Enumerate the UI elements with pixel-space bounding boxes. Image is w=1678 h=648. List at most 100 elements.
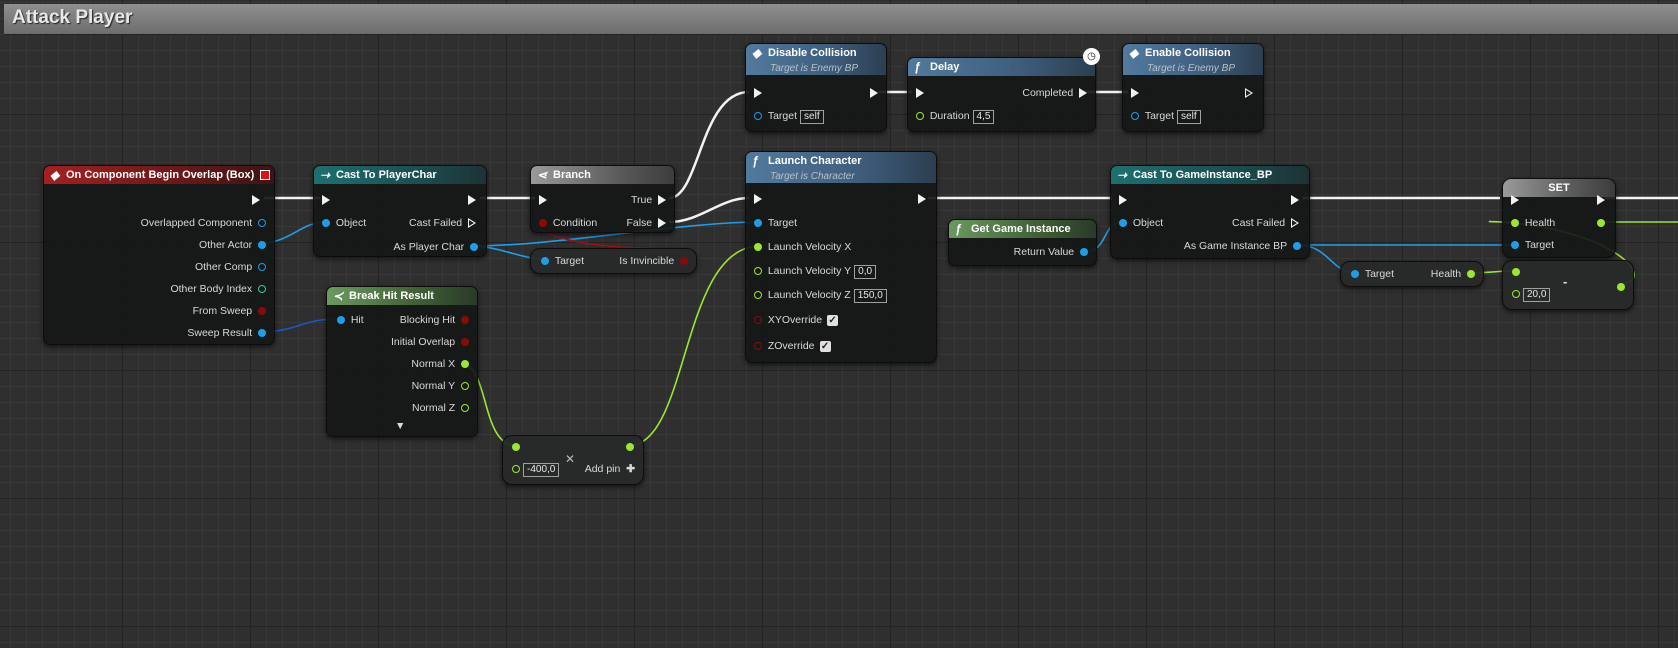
float-pin[interactable] (512, 465, 520, 474)
object-pin[interactable] (1131, 112, 1139, 121)
object-pin[interactable] (1511, 241, 1519, 250)
exec-pin[interactable] (322, 195, 330, 206)
float-pin[interactable] (461, 404, 469, 413)
is-invincible-node[interactable]: Target Is Invincible (530, 248, 697, 274)
object-pin[interactable] (541, 257, 549, 266)
bool-pin[interactable] (754, 342, 762, 351)
launch-character-header[interactable]: ƒ Launch Character Target is Character (746, 152, 936, 183)
object-pin[interactable] (1080, 248, 1088, 257)
exec-pin[interactable] (658, 195, 666, 206)
exec-pin[interactable] (754, 194, 762, 205)
set-health-node[interactable]: SET Health Target (1502, 178, 1616, 258)
float-pin[interactable] (1617, 283, 1625, 292)
branch-header[interactable]: ⋖ Branch (531, 166, 674, 184)
exec-out[interactable] (918, 192, 926, 206)
get-game-instance-node[interactable]: ƒ Get Game Instance Return Value (948, 219, 1097, 266)
exec-pin[interactable] (1511, 195, 1519, 206)
float-pin[interactable] (626, 443, 634, 452)
object-pin[interactable] (470, 243, 478, 252)
add-node[interactable]: -400,0 ✕ Add pin ✚ (502, 435, 644, 485)
exec-in[interactable] (322, 193, 330, 207)
float-pin[interactable] (461, 382, 469, 391)
exec-pin[interactable] (916, 88, 924, 99)
add-pin-button[interactable]: Add pin ✚ (585, 462, 635, 476)
enable-collision-node[interactable]: ◆ Enable Collision Target is Enemy BP Ta… (1122, 43, 1264, 132)
get-game-instance-header[interactable]: ƒ Get Game Instance (949, 220, 1096, 238)
struct-pin[interactable] (258, 329, 266, 338)
float-pin[interactable] (754, 243, 762, 252)
duration-field[interactable]: 4,5 (972, 110, 995, 124)
remove-icon[interactable]: ✕ (565, 452, 575, 466)
add-value-field[interactable]: -400,0 (523, 463, 560, 477)
object-pin[interactable] (754, 112, 762, 121)
exec-in[interactable] (754, 192, 762, 206)
delegate-icon[interactable] (260, 170, 270, 180)
disable-collision-node[interactable]: ◆ Disable Collision Target is Enemy BP T… (745, 43, 887, 132)
exec-in[interactable] (1119, 193, 1127, 207)
cast-player-header[interactable]: ➝ Cast To PlayerChar (314, 166, 486, 184)
exec-pin[interactable] (754, 88, 762, 99)
object-pin[interactable] (322, 219, 330, 228)
vy-field[interactable]: 0,0 (854, 265, 877, 279)
get-health-node[interactable]: Target Health (1340, 261, 1484, 287)
exec-out[interactable] (468, 193, 476, 207)
exec-in[interactable] (754, 86, 762, 100)
bool-pin[interactable] (754, 316, 762, 325)
bool-pin[interactable] (680, 257, 688, 266)
exec-pin[interactable] (468, 218, 476, 229)
object-pin[interactable] (258, 263, 266, 272)
float-pin[interactable] (1512, 290, 1520, 299)
exec-out[interactable] (870, 86, 878, 100)
float-pin[interactable] (754, 267, 762, 276)
exec-pin[interactable] (1119, 195, 1127, 206)
object-pin[interactable] (1293, 242, 1301, 251)
subtract-node[interactable]: - 20,0 (1502, 260, 1634, 310)
object-pin[interactable] (258, 241, 266, 250)
float-pin[interactable] (916, 112, 924, 121)
bool-pin[interactable] (258, 307, 266, 316)
break-hit-header[interactable]: ≺ Break Hit Result (327, 287, 477, 305)
cast-gi-header[interactable]: ➝ Cast To GameInstance_BP (1111, 166, 1309, 184)
object-pin[interactable] (1351, 270, 1359, 279)
exec-pin[interactable] (870, 88, 878, 99)
exec-pin[interactable] (539, 195, 547, 206)
object-pin[interactable] (1119, 219, 1127, 228)
break-hit-node[interactable]: ≺ Break Hit Result Hit Blocking Hit Init… (326, 286, 478, 437)
event-exec-out[interactable] (252, 193, 260, 207)
exec-pin[interactable] (1291, 218, 1299, 229)
float-pin[interactable] (1597, 219, 1605, 228)
object-pin[interactable] (258, 219, 266, 228)
float-pin[interactable] (754, 291, 762, 300)
struct-pin[interactable] (337, 316, 345, 325)
exec-out[interactable] (1291, 193, 1299, 207)
bool-pin[interactable] (461, 338, 469, 347)
exec-pin[interactable] (1131, 88, 1139, 99)
exec-in[interactable] (916, 86, 924, 100)
delay-header[interactable]: ƒ Delay (908, 58, 1095, 76)
event-node[interactable]: ◆ On Component Begin Overlap (Box) Overl… (43, 165, 275, 345)
float-pin[interactable] (512, 443, 520, 452)
sub-value-field[interactable]: 20,0 (1523, 288, 1551, 302)
exec-in[interactable] (1511, 193, 1519, 207)
graph-canvas[interactable]: Attack Player ◆ On Component Begin Overl… (0, 0, 1678, 648)
exec-pin[interactable] (1245, 88, 1253, 99)
float-pin[interactable] (1512, 268, 1520, 277)
event-node-header[interactable]: ◆ On Component Begin Overlap (Box) (44, 166, 274, 184)
float-pin[interactable] (1467, 270, 1475, 279)
exec-pin[interactable] (252, 195, 260, 206)
exec-pin[interactable] (1079, 88, 1087, 99)
exec-pin[interactable] (1597, 195, 1605, 206)
xy-override-checkbox[interactable]: ✓ (827, 314, 839, 326)
disable-collision-header[interactable]: ◆ Disable Collision Target is Enemy BP (746, 44, 886, 75)
exec-pin[interactable] (918, 194, 926, 205)
exec-out[interactable] (1245, 86, 1253, 100)
chevron-down-icon[interactable]: ▼ (395, 419, 405, 433)
enable-collision-header[interactable]: ◆ Enable Collision Target is Enemy BP (1123, 44, 1263, 75)
object-pin[interactable] (754, 219, 762, 228)
bool-pin[interactable] (461, 316, 469, 325)
exec-pin[interactable] (1291, 195, 1299, 206)
delay-node[interactable]: ƒ Delay Completed Duration 4,5 (907, 57, 1096, 132)
exec-in[interactable] (1131, 86, 1139, 100)
exec-out[interactable] (1597, 193, 1605, 207)
float-pin[interactable] (461, 360, 469, 369)
